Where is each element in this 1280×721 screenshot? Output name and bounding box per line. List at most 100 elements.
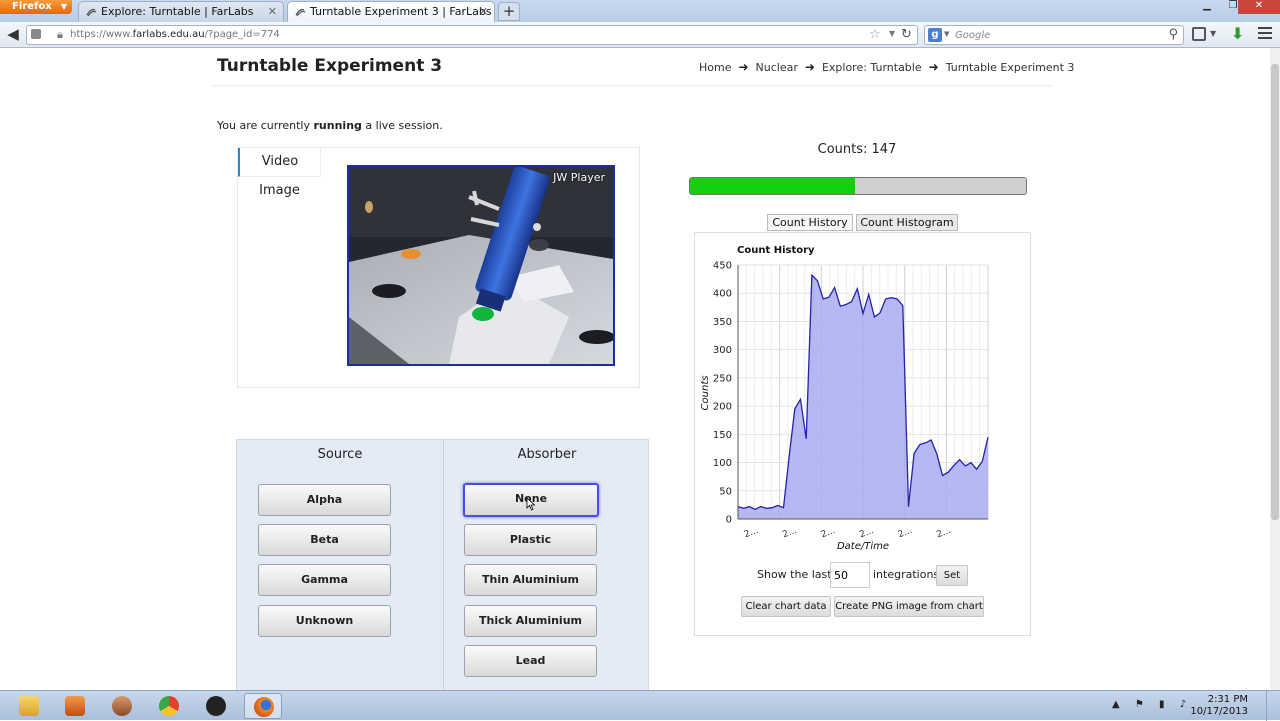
paint-icon <box>112 696 132 716</box>
addon-bar-icon[interactable] <box>1192 27 1206 41</box>
menu-icon[interactable] <box>1258 27 1272 41</box>
y-tick-label: 50 <box>719 486 732 497</box>
folder-icon <box>19 696 39 716</box>
scrollbar-thumb[interactable] <box>1271 64 1279 520</box>
x-tick-label: 2... <box>935 526 952 540</box>
counts-readout: Counts: 147 <box>817 142 897 157</box>
create-png-button[interactable]: Create PNG image from chart <box>834 596 984 617</box>
google-icon[interactable]: g <box>928 28 942 42</box>
source-beta-button[interactable]: Beta <box>258 524 391 556</box>
arrow-right-icon: ➜ <box>804 60 815 74</box>
jw-player-label: JW Player <box>553 171 605 184</box>
absorber-heading: Absorber <box>517 447 577 462</box>
paint-taskbar-button[interactable] <box>103 693 141 719</box>
mouse-cursor-icon <box>526 497 536 511</box>
absorber-thick-aluminium-button[interactable]: Thick Aluminium <box>464 605 597 637</box>
system-tray: ▲ ⚑ ▮ ♪ 2:31 PM 10/17/2013 <box>1110 691 1280 721</box>
media-icon <box>65 696 85 716</box>
clear-chart-button[interactable]: Clear chart data <box>741 596 831 617</box>
source-gamma-button[interactable]: Gamma <box>258 564 391 596</box>
chrome-icon <box>159 696 179 716</box>
windows-taskbar: ▲ ⚑ ▮ ♪ 2:31 PM 10/17/2013 <box>0 690 1280 721</box>
url-bar[interactable]: 🔒︎ https://www.farlabs.edu.au/?page_id=7… <box>26 25 918 45</box>
chevron-down-icon: ▼ <box>60 2 67 11</box>
tab-count-history[interactable]: Count History <box>767 214 853 231</box>
firefox-taskbar-button[interactable] <box>244 693 282 719</box>
media-center-taskbar-button[interactable] <box>56 693 94 719</box>
source-unknown-button[interactable]: Unknown <box>258 605 391 637</box>
tab-turntable-experiment-3[interactable]: Turntable Experiment 3 | FarLabs ✕ <box>287 1 495 22</box>
search-placeholder[interactable]: Google <box>955 30 990 41</box>
x-tick-label: 2... <box>820 526 837 540</box>
breadcrumb-explore-turntable[interactable]: Explore: Turntable <box>822 61 922 74</box>
absorber-thin-aluminium-button[interactable]: Thin Aluminium <box>464 564 597 596</box>
chevron-down-icon[interactable]: ▼ <box>944 30 949 38</box>
download-arrow-icon[interactable]: ⬇ <box>1231 24 1244 43</box>
video-frame <box>349 167 613 364</box>
show-desktop-button[interactable] <box>1266 691 1280 721</box>
chevron-down-icon[interactable]: ▼ <box>889 29 895 38</box>
count-history-chart: Count History 0 50 100 150 200 250 300 350 400 45… <box>700 245 989 552</box>
y-tick-label: 250 <box>713 373 732 384</box>
tab-explore-turntable[interactable]: Explore: Turntable | FarLabs ✕ <box>78 1 284 22</box>
obs-taskbar-button[interactable] <box>197 693 235 719</box>
minimize-button[interactable]: ▁ <box>1194 0 1220 14</box>
page-icon <box>295 8 306 17</box>
search-icon[interactable]: ⚲ <box>1168 27 1178 42</box>
close-icon[interactable]: ✕ <box>479 2 488 21</box>
absorber-plastic-button[interactable]: Plastic <box>464 524 597 556</box>
browser-titlebar: Firefox ▼ Explore: Turntable | FarLabs ✕… <box>0 0 1280 22</box>
lock-icon: 🔒︎ <box>57 28 63 41</box>
arrow-right-icon: ➜ <box>928 60 939 74</box>
close-icon[interactable]: ✕ <box>268 2 277 21</box>
x-axis-label: Date/Time <box>837 541 889 552</box>
tab-count-histogram[interactable]: Count Histogram <box>856 214 958 231</box>
source-heading: Source <box>317 447 363 462</box>
video-player[interactable]: JW Player <box>347 165 615 366</box>
firefox-icon <box>254 697 274 717</box>
bookmark-star-icon[interactable]: ☆ <box>869 27 881 42</box>
obs-icon <box>206 696 226 716</box>
chrome-taskbar-button[interactable] <box>150 693 188 719</box>
search-bar[interactable]: g ▼ Google ⚲ <box>924 25 1184 45</box>
x-tick-label: 2... <box>858 526 875 540</box>
source-alpha-button[interactable]: Alpha <box>258 484 391 516</box>
chevron-down-icon[interactable]: ▼ <box>1210 29 1216 38</box>
breadcrumb-nuclear[interactable]: Nuclear <box>756 61 798 74</box>
back-arrow-icon[interactable]: ◀ <box>3 25 23 45</box>
source-absorber-panel: Source Absorber Alpha Beta Gamma Unknown… <box>236 439 649 690</box>
tab-image[interactable]: Image <box>238 177 321 206</box>
session-state: running <box>313 119 362 132</box>
y-tick-label: 0 <box>726 515 732 526</box>
session-status: You are currently running a live session… <box>217 119 443 132</box>
arrow-right-icon: ➜ <box>738 60 749 74</box>
absorber-lead-button[interactable]: Lead <box>464 645 597 677</box>
chart-title: Count History <box>737 245 815 256</box>
y-tick-label: 450 <box>713 261 732 272</box>
clock[interactable]: 2:31 PM 10/17/2013 <box>1178 694 1248 718</box>
reload-icon[interactable]: ↻ <box>901 27 912 42</box>
clock-time: 2:31 PM <box>1207 694 1248 705</box>
clock-date: 10/17/2013 <box>1190 706 1248 717</box>
firefox-menu-label: Firefox <box>12 1 52 12</box>
y-axis-label: Counts <box>700 376 711 411</box>
firefox-menu-button[interactable]: Firefox ▼ <box>0 0 72 14</box>
tab-title: Turntable Experiment 3 | FarLabs <box>310 5 492 18</box>
window-close-button[interactable]: ✕ <box>1238 0 1280 14</box>
tab-video[interactable]: Video <box>238 148 321 177</box>
count-progress-bar <box>689 177 1027 195</box>
integrations-label-before: Show the last <box>757 568 832 581</box>
site-identity-icon[interactable] <box>31 29 41 39</box>
page-title: Turntable Experiment 3 <box>217 56 443 76</box>
new-tab-button[interactable]: + <box>498 2 520 21</box>
x-tick-label: 2... <box>781 526 798 540</box>
file-explorer-taskbar-button[interactable] <box>10 693 48 719</box>
url-text[interactable]: https://www.farlabs.edu.au/?page_id=774 <box>70 29 280 40</box>
breadcrumb-home[interactable]: Home <box>699 61 731 74</box>
set-button[interactable]: Set <box>936 565 968 586</box>
y-tick-label: 150 <box>713 430 732 441</box>
x-tick-label: 2... <box>743 526 760 540</box>
y-tick-label: 200 <box>713 402 732 413</box>
integrations-input[interactable] <box>830 562 870 588</box>
page-scrollbar[interactable] <box>1270 48 1280 690</box>
